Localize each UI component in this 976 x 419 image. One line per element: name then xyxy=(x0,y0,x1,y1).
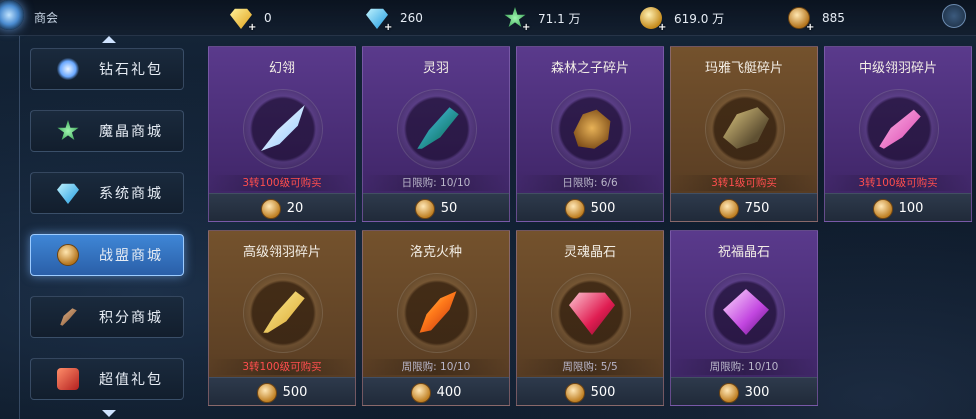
purchase-limit: 3转100级可购买 xyxy=(209,175,355,191)
shop-item-card[interactable]: 洛克火种 周限购: 10/10 400 xyxy=(362,230,510,406)
guild-coin-icon xyxy=(718,198,739,219)
item-name: 祝福晶石 xyxy=(717,245,770,260)
price-value: 20 xyxy=(286,201,304,216)
guild-coin-icon xyxy=(564,382,585,403)
shop-item-card[interactable]: 幻翎 3转100级可购买 20 xyxy=(208,46,356,222)
feather-icon xyxy=(60,308,77,326)
item-name: 森林之子碎片 xyxy=(550,61,629,76)
shop-item-card[interactable]: 灵魂晶石 周限购: 5/5 500 xyxy=(516,230,664,406)
plus-icon[interactable]: + xyxy=(248,22,276,33)
price-bar[interactable]: 300 xyxy=(671,377,817,405)
purchase-limit: 3转1级可购买 xyxy=(671,175,817,191)
close-icon[interactable] xyxy=(942,4,966,28)
guild-coin-icon xyxy=(256,382,277,403)
shop-item-card[interactable]: 森林之子碎片 日限购: 6/6 500 xyxy=(516,46,664,222)
page-title: 商会 xyxy=(34,11,59,25)
guild-coin-icon xyxy=(564,198,585,219)
item-name: 洛克火种 xyxy=(409,245,462,260)
shop-grid: 幻翎 3转100级可购买 20 灵羽 日限购: 10/10 50 森林之子碎片 … xyxy=(200,36,976,419)
scroll-down-icon[interactable] xyxy=(102,410,116,417)
guild-coin-icon xyxy=(718,382,739,403)
tab-magic-crystal-shop[interactable]: 魔晶商城 xyxy=(30,110,184,152)
purchase-limit: 3转100级可购买 xyxy=(825,175,971,191)
tab-label: 积分商城 xyxy=(99,310,163,326)
item-name: 玛雅飞艇碎片 xyxy=(704,61,783,76)
tab-diamond-gift[interactable]: 钻石礼包 xyxy=(30,48,184,90)
price-value: 500 xyxy=(590,385,616,400)
magic-crystal-icon xyxy=(57,120,79,141)
tab-guild-shop[interactable]: 战盟商城 xyxy=(30,234,184,276)
item-name: 中级翎羽碎片 xyxy=(858,61,937,76)
blue-diamond-icon xyxy=(57,183,79,204)
tab-system-shop[interactable]: 系统商城 xyxy=(30,172,184,214)
tab-label: 系统商城 xyxy=(99,186,163,202)
purchase-limit: 3转100级可购买 xyxy=(209,359,355,375)
price-bar[interactable]: 400 xyxy=(363,377,509,405)
price-bar[interactable]: 50 xyxy=(363,193,509,221)
gift-box-icon xyxy=(57,368,79,390)
item-name: 高级翎羽碎片 xyxy=(242,245,321,260)
resource-magic-crystal[interactable]: + 71.1 万 xyxy=(504,5,581,33)
purchase-limit: 周限购: 10/10 xyxy=(363,359,509,375)
price-bar[interactable]: 100 xyxy=(825,193,971,221)
plus-icon[interactable]: + xyxy=(384,22,427,33)
sidebar-frame xyxy=(6,36,20,419)
price-bar[interactable]: 20 xyxy=(209,193,355,221)
diamond-gift-icon xyxy=(57,58,79,80)
back-orb-button[interactable] xyxy=(0,0,24,30)
tab-label: 魔晶商城 xyxy=(99,124,163,140)
guild-coin-icon xyxy=(410,382,431,403)
top-bar: 商会 + 0 + 260 + 71.1 万 + 619.0 万 + 885 xyxy=(0,0,976,36)
price-value: 500 xyxy=(590,201,616,216)
tab-label: 战盟商城 xyxy=(99,248,163,264)
shop-item-card[interactable]: 玛雅飞艇碎片 3转1级可购买 750 xyxy=(670,46,818,222)
tab-label: 钻石礼包 xyxy=(99,62,163,78)
purchase-limit: 周限购: 10/10 xyxy=(671,359,817,375)
guild-coin-icon xyxy=(872,198,893,219)
guild-coin-icon xyxy=(414,198,435,219)
scroll-up-icon[interactable] xyxy=(102,36,116,43)
price-bar[interactable]: 750 xyxy=(671,193,817,221)
tab-label: 超值礼包 xyxy=(99,372,163,388)
resource-blue-diamond[interactable]: + 260 xyxy=(366,5,423,33)
shop-item-card[interactable]: 中级翎羽碎片 3转100级可购买 100 xyxy=(824,46,972,222)
guild-coin-icon xyxy=(57,244,79,266)
purchase-limit: 周限购: 5/5 xyxy=(517,359,663,375)
item-name: 灵羽 xyxy=(422,61,449,76)
sidebar: 钻石礼包 魔晶商城 系统商城 战盟商城 积分商城 超值礼包 xyxy=(0,36,200,419)
price-value: 500 xyxy=(282,385,308,400)
plus-icon[interactable]: + xyxy=(522,22,585,33)
price-bar[interactable]: 500 xyxy=(517,193,663,221)
price-value: 100 xyxy=(898,201,924,216)
plus-icon[interactable]: + xyxy=(658,22,728,33)
price-bar[interactable]: 500 xyxy=(209,377,355,405)
item-name: 灵魂晶石 xyxy=(563,245,616,260)
shop-item-card[interactable]: 高级翎羽碎片 3转100级可购买 500 xyxy=(208,230,356,406)
price-value: 300 xyxy=(744,385,770,400)
guild-coin-icon xyxy=(260,198,281,219)
price-bar[interactable]: 500 xyxy=(517,377,663,405)
shop-item-card[interactable]: 灵羽 日限购: 10/10 50 xyxy=(362,46,510,222)
resource-gold-coin[interactable]: + 619.0 万 xyxy=(640,5,724,33)
shop-item-card[interactable]: 祝福晶石 周限购: 10/10 300 xyxy=(670,230,818,406)
plus-icon[interactable]: + xyxy=(806,22,849,33)
tab-value-gift[interactable]: 超值礼包 xyxy=(30,358,184,400)
price-value: 400 xyxy=(436,385,462,400)
resource-guild-coin[interactable]: + 885 xyxy=(788,5,845,33)
price-value: 50 xyxy=(440,201,458,216)
purchase-limit: 日限购: 6/6 xyxy=(517,175,663,191)
item-name: 幻翎 xyxy=(268,61,295,76)
price-value: 750 xyxy=(744,201,770,216)
resource-yellow-diamond[interactable]: + 0 xyxy=(230,5,272,33)
purchase-limit: 日限购: 10/10 xyxy=(363,175,509,191)
tab-points-shop[interactable]: 积分商城 xyxy=(30,296,184,338)
